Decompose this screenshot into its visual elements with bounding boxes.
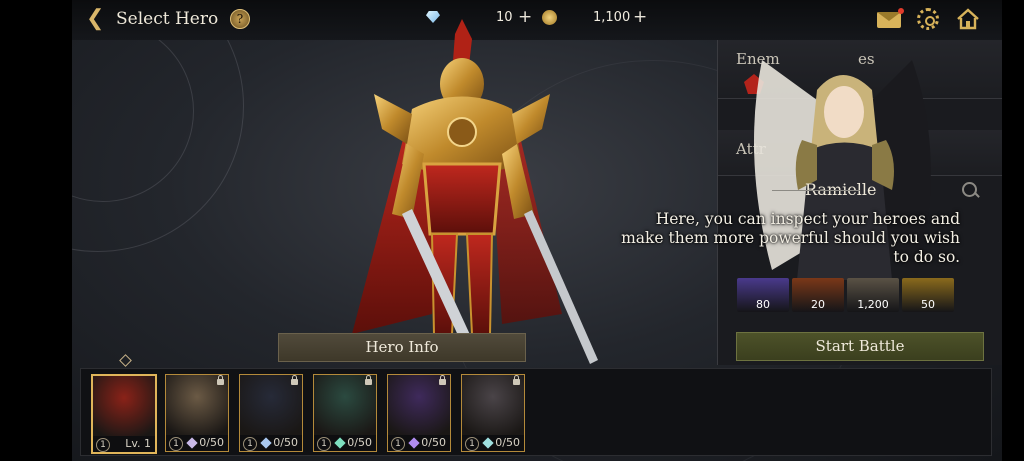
card-footer: 1 0/50 — [314, 435, 376, 451]
hero-card[interactable]: 1 0/50 — [239, 374, 303, 452]
reward-value: 50 — [921, 298, 935, 311]
star-badge: 1 — [96, 438, 110, 452]
hero-info-button[interactable]: Hero Info — [278, 333, 526, 362]
lock-icon — [217, 375, 224, 385]
hero-level: Lv. 1 — [125, 437, 151, 450]
hero-card[interactable]: 1 0/50 — [387, 374, 451, 452]
card-footer: 1 0/50 — [388, 435, 450, 451]
hero-card[interactable]: 1 0/50 — [165, 374, 229, 452]
reward-value: 80 — [756, 298, 770, 311]
settings-gear-icon[interactable] — [917, 8, 939, 30]
home-icon[interactable] — [956, 8, 980, 30]
star-badge: 1 — [169, 437, 183, 451]
fragment-count: 0/50 — [495, 436, 520, 449]
hero-card[interactable]: 1 0/50 — [313, 374, 377, 452]
lock-icon — [291, 375, 298, 385]
help-coin-icon[interactable]: ? — [230, 9, 250, 29]
card-footer: 1 0/50 — [462, 435, 524, 451]
reward-item[interactable]: 1,200 — [847, 278, 899, 312]
star-badge: 1 — [243, 437, 257, 451]
selected-marker-icon — [119, 354, 132, 367]
lock-icon — [513, 375, 520, 385]
magnifier-icon[interactable] — [962, 182, 977, 197]
star-badge: 1 — [317, 437, 331, 451]
hero-card[interactable]: 1 Lv. 1 — [91, 374, 157, 454]
hero-knight-figure — [352, 19, 598, 364]
reward-item[interactable]: 80 — [737, 278, 789, 312]
back-arrow-icon[interactable]: ❮ — [86, 8, 108, 30]
fragment-count: 0/50 — [421, 436, 446, 449]
page-title: Select Hero — [116, 9, 219, 29]
hero-card[interactable]: 1 0/50 — [461, 374, 525, 452]
soul-shard-icon — [334, 437, 346, 449]
reward-value: 20 — [811, 298, 825, 311]
mail-notification-dot — [898, 8, 904, 14]
fragment-count: 0/50 — [199, 436, 224, 449]
card-footer: 1 0/50 — [166, 435, 228, 451]
add-gold-button[interactable]: + — [633, 7, 647, 27]
soul-shard-icon — [260, 437, 272, 449]
game-screen: ❮ Select Hero ? 10 + 1,100 + Enem es Att… — [72, 0, 1002, 461]
star-badge: 1 — [465, 437, 479, 451]
reward-value: 1,200 — [857, 298, 889, 311]
fragment-count: 0/50 — [347, 436, 372, 449]
tutorial-dialog-text: Here, you can inspect your heroes and ma… — [621, 210, 960, 266]
reward-item[interactable]: 50 — [902, 278, 954, 312]
soul-shard-icon — [408, 437, 420, 449]
hero-portrait — [93, 376, 155, 438]
card-footer: 1 0/50 — [240, 435, 302, 451]
lock-icon — [365, 375, 372, 385]
card-footer: 1 Lv. 1 — [93, 436, 155, 452]
mail-icon[interactable] — [877, 12, 901, 28]
lock-icon — [439, 375, 446, 385]
star-badge: 1 — [391, 437, 405, 451]
start-battle-button[interactable]: Start Battle — [736, 332, 984, 361]
soul-shard-icon — [482, 437, 494, 449]
reward-item[interactable]: 20 — [792, 278, 844, 312]
hero-roster-bar: 1 Lv. 1 1 0/50 1 0/50 1 0/50 1 0/50 1 0/… — [80, 368, 992, 456]
soul-shard-icon — [186, 437, 198, 449]
name-divider-line — [772, 190, 860, 191]
fragment-count: 0/50 — [273, 436, 298, 449]
